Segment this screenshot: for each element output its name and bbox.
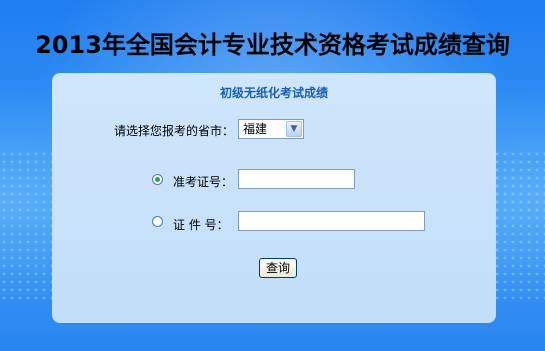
exam-id-label: 准考证号： (173, 175, 234, 189)
id-number-radio[interactable] (152, 216, 163, 227)
background-dots-left (0, 150, 60, 300)
chevron-down-icon[interactable]: ▼ (286, 121, 302, 137)
page-title: 2013年全国会计专业技术资格考试成绩查询 (35, 31, 510, 59)
radio-checked-dot (155, 177, 160, 182)
id-number-label: 证 件 号： (173, 218, 229, 232)
exam-id-radio[interactable] (152, 174, 163, 185)
province-select-value: 福建 (243, 122, 268, 136)
province-select[interactable]: 福建 ▼ (238, 119, 304, 139)
province-label: 请选择您报考的省市： (114, 124, 235, 138)
panel-title: 初级无纸化考试成绩 (219, 86, 328, 100)
id-number-input[interactable] (238, 211, 425, 231)
exam-id-input[interactable] (238, 169, 355, 189)
query-button[interactable]: 查询 (259, 258, 297, 278)
score-query-panel: 初级无纸化考试成绩 请选择您报考的省市： 福建 ▼ 准考证号： 证 件 号： 查… (52, 73, 496, 323)
